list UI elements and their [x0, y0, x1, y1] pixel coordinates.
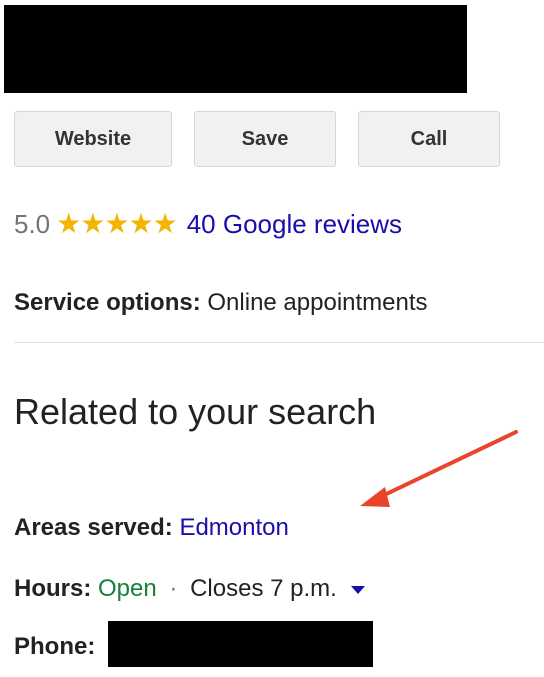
hours-label: Hours:: [14, 575, 92, 602]
phone-label: Phone:: [14, 633, 96, 660]
areas-served-label: Areas served:: [14, 514, 173, 541]
hours-dropdown-icon[interactable]: [351, 585, 366, 594]
open-status: Open: [98, 575, 157, 602]
hours-row: Hours: Open · Closes 7 p.m.: [14, 575, 366, 603]
hours-separator: ·: [169, 575, 178, 602]
areas-served-link[interactable]: Edmonton: [179, 514, 288, 541]
closing-time[interactable]: Closes 7 p.m.: [190, 575, 337, 602]
areas-served-row: Areas served: Edmonton: [14, 514, 289, 542]
redacted-phone-number: [108, 621, 373, 667]
phone-row: Phone:: [14, 633, 95, 661]
